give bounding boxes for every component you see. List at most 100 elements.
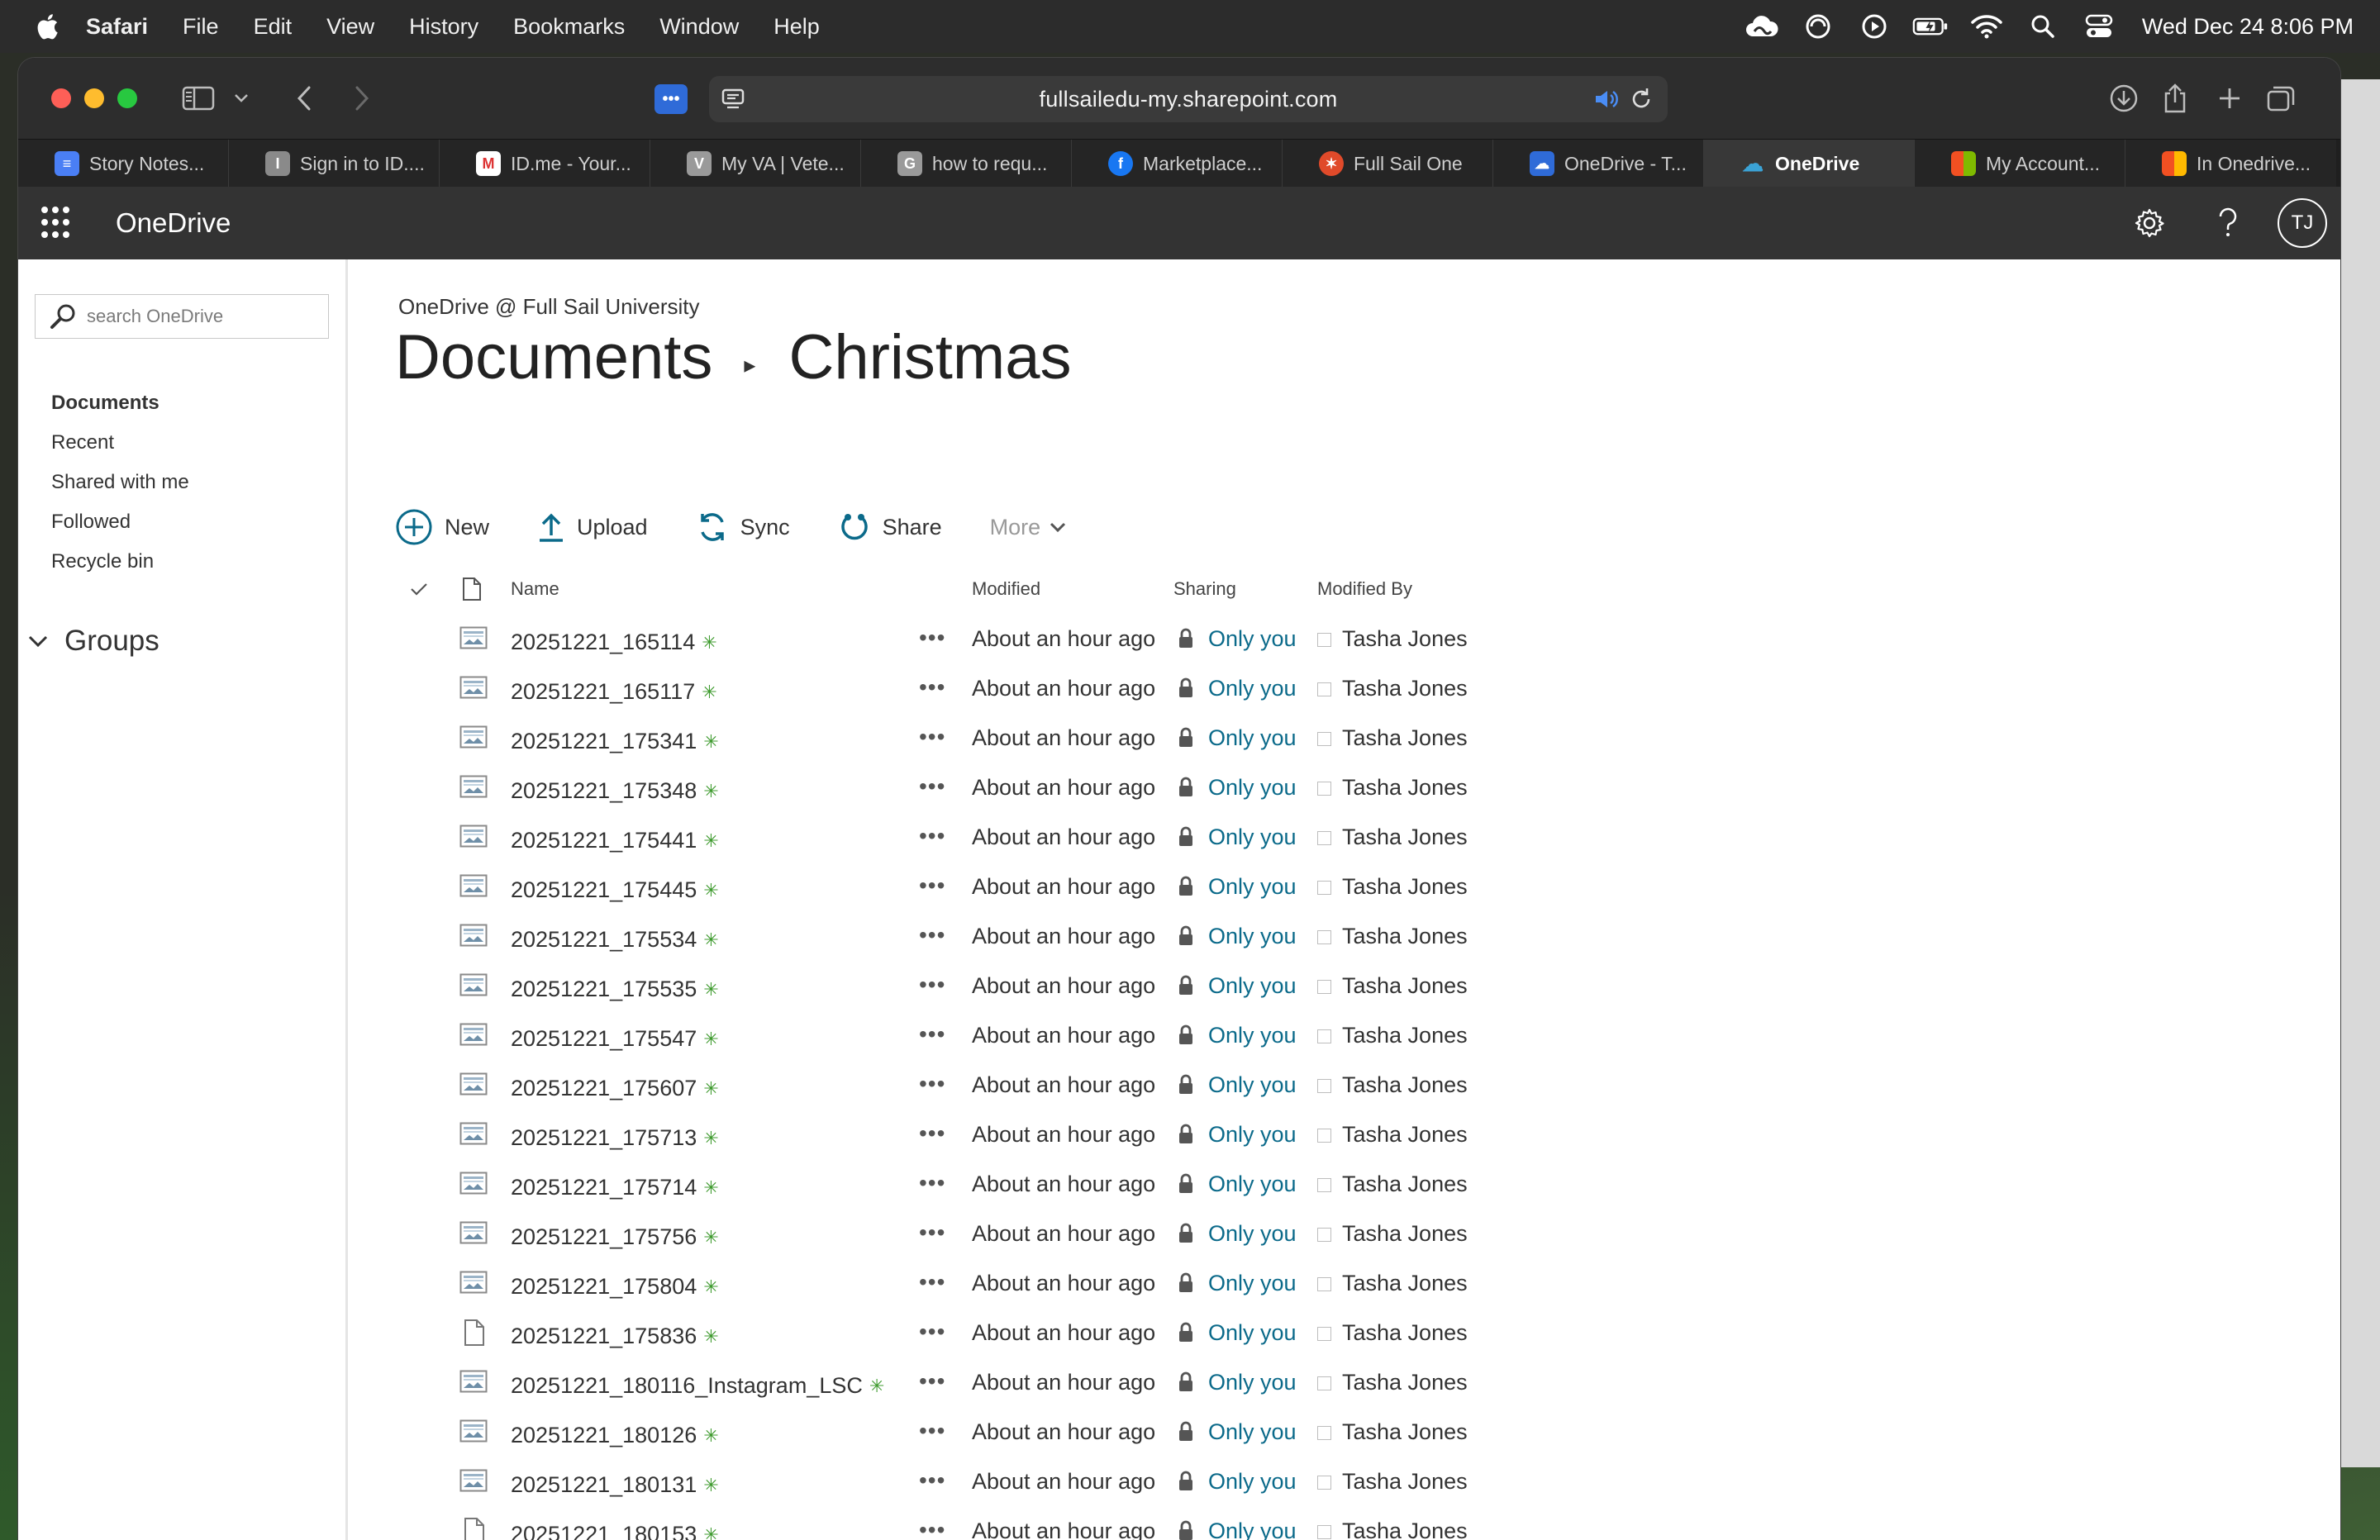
reload-icon[interactable] [1630,87,1653,112]
more-actions-button[interactable]: ••• [919,1120,952,1146]
app-launcher-icon[interactable] [41,207,74,240]
share-button[interactable]: Share [838,511,942,544]
more-actions-button[interactable]: ••• [919,1170,952,1195]
more-actions-button[interactable]: ••• [919,1021,952,1047]
presence-checkbox[interactable] [1317,1476,1331,1490]
presence-checkbox[interactable] [1317,633,1331,647]
more-actions-button[interactable]: ••• [919,1517,952,1540]
menu-clock[interactable]: Wed Dec 24 8:06 PM [2142,14,2354,40]
wifi-icon[interactable] [1968,13,2005,40]
close-window-button[interactable] [51,88,71,108]
file-row[interactable]: 20251221_175341 ✳ ••• About an hour ago O… [378,715,1535,765]
file-row[interactable]: 20251221_180116_Instagram_LSC ✳ ••• About… [378,1360,1535,1409]
presence-checkbox[interactable] [1317,1029,1331,1043]
sharing-link[interactable]: Only you [1208,626,1297,652]
sharing-link[interactable]: Only you [1208,1469,1297,1495]
tab-onedrive-outlook[interactable]: ☁ OneDrive - T... [1493,140,1704,188]
sharing-link[interactable]: Only you [1208,825,1297,850]
audio-playing-icon[interactable] [1593,88,1620,111]
presence-checkbox[interactable] [1317,1426,1331,1440]
file-row[interactable]: 20251221_175713 ✳ ••• About an hour ago O… [378,1112,1535,1162]
nav-item-followed[interactable]: Followed [51,502,189,542]
column-name[interactable]: Name [511,578,559,600]
tab-onedrive-active[interactable]: ☁ OneDrive [1704,140,1915,188]
presence-checkbox[interactable] [1317,1327,1331,1341]
file-name-link[interactable]: 20251221_175804 ✳ [511,1274,719,1300]
more-actions-button[interactable]: ••• [919,625,952,650]
presence-checkbox[interactable] [1317,930,1331,944]
file-name-link[interactable]: 20251221_175714 ✳ [511,1175,719,1200]
settings-gear-icon[interactable] [2121,187,2178,259]
sharing-link[interactable]: Only you [1208,1320,1297,1346]
file-row[interactable]: 20251221_175534 ✳ ••• About an hour ago O… [378,914,1535,963]
tab-my-account[interactable]: My Account... [1915,140,2125,188]
more-actions-button[interactable]: ••• [919,872,952,898]
file-row[interactable]: 20251221_175445 ✳ ••• About an hour ago O… [378,864,1535,914]
sharing-link[interactable]: Only you [1208,874,1297,900]
tab-story-notes[interactable]: ≡ Story Notes... [18,140,229,188]
share-icon[interactable] [2159,81,2192,116]
file-name-link[interactable]: 20251221_175607 ✳ [511,1076,719,1101]
file-type-icon[interactable] [461,577,483,601]
chevron-down-icon[interactable] [230,81,253,116]
menu-window[interactable]: Window [659,14,739,40]
file-name-link[interactable]: 20251221_175535 ✳ [511,977,719,1002]
sharing-link[interactable]: Only you [1208,1519,1297,1540]
more-actions-button[interactable]: ••• [919,1269,952,1295]
presence-checkbox[interactable] [1317,1129,1331,1143]
minimize-window-button[interactable] [84,88,104,108]
more-actions-button[interactable]: ••• [919,972,952,997]
file-name-link[interactable]: 20251221_165117 ✳ [511,679,717,705]
more-actions-button[interactable]: ••• [919,674,952,700]
file-name-link[interactable]: 20251221_180116_Instagram_LSC ✳ [511,1373,884,1399]
new-tab-icon[interactable] [2213,81,2246,116]
zoom-window-button[interactable] [117,88,137,108]
file-row[interactable]: 20251221_180153 ✳ ••• About an hour ago O… [378,1509,1535,1540]
play-icon[interactable] [1856,13,1892,40]
help-icon[interactable] [2199,187,2257,259]
more-actions-button[interactable]: ••• [919,922,952,948]
tab-sign-in[interactable]: I Sign in to ID.... [229,140,440,188]
sharing-link[interactable]: Only you [1208,1122,1297,1148]
file-name-link[interactable]: 20251221_180153 ✳ [511,1522,719,1540]
sharing-link[interactable]: Only you [1208,1419,1297,1445]
breadcrumb-documents[interactable]: Documents [395,321,712,393]
presence-checkbox[interactable] [1317,682,1331,696]
password-extension-icon[interactable]: ••• [654,84,688,114]
presence-checkbox[interactable] [1317,1525,1331,1539]
file-name-link[interactable]: 20251221_175713 ✳ [511,1125,719,1151]
sharing-link[interactable]: Only you [1208,1023,1297,1048]
nav-item-documents[interactable]: Documents [51,383,189,423]
back-icon[interactable] [288,81,321,116]
url-text[interactable]: fullsailedu-my.sharepoint.com [1040,87,1338,112]
more-actions-button[interactable]: ••• [919,1467,952,1493]
presence-checkbox[interactable] [1317,1228,1331,1242]
sharing-link[interactable]: Only you [1208,1072,1297,1098]
file-name-link[interactable]: 20251221_175348 ✳ [511,778,719,804]
presence-checkbox[interactable] [1317,732,1331,746]
tab-overview-icon[interactable] [2264,81,2297,116]
tab-how-to[interactable]: Ghow to requ... [861,140,1072,188]
menu-app-name[interactable]: Safari [86,14,148,40]
presence-checkbox[interactable] [1317,1178,1331,1192]
file-row[interactable]: 20251221_165114 ✳ ••• About an hour ago O… [378,616,1535,666]
presence-checkbox[interactable] [1317,782,1331,796]
menu-edit[interactable]: Edit [254,14,293,40]
nav-item-shared-with-me[interactable]: Shared with me [51,463,189,502]
battery-icon[interactable] [1912,13,1949,40]
file-name-link[interactable]: 20251221_175445 ✳ [511,877,719,903]
page-menu-icon[interactable] [721,88,745,111]
upload-button[interactable]: Upload [537,511,648,544]
control-center-icon[interactable] [2081,13,2117,40]
file-name-link[interactable]: 20251221_175534 ✳ [511,927,719,953]
file-name-link[interactable]: 20251221_180131 ✳ [511,1472,719,1498]
presence-checkbox[interactable] [1317,980,1331,994]
file-row[interactable]: 20251221_175836 ✳ ••• About an hour ago O… [378,1310,1535,1360]
sharing-link[interactable]: Only you [1208,676,1297,701]
sharing-link[interactable]: Only you [1208,973,1297,999]
more-actions-button[interactable]: ••• [919,1418,952,1443]
menu-file[interactable]: File [183,14,219,40]
column-modified[interactable]: Modified [972,578,1040,600]
file-row[interactable]: 20251221_180131 ✳ ••• About an hour ago O… [378,1459,1535,1509]
tab-idme[interactable]: M ID.me - Your... [440,140,650,188]
